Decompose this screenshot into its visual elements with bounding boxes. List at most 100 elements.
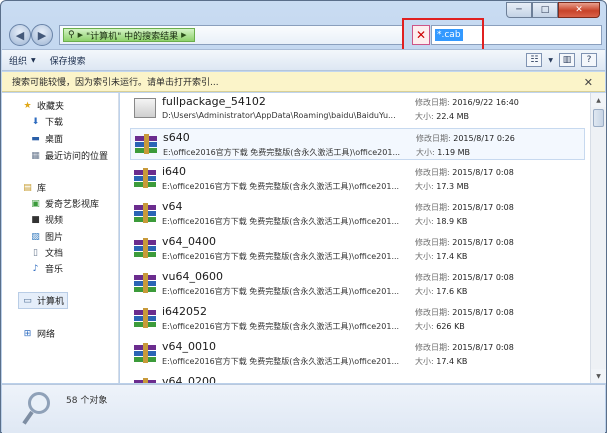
modified-date: 修改日期: 2015/8/17 0:08 bbox=[415, 202, 514, 213]
chevron-down-icon[interactable]: ▼ bbox=[548, 57, 553, 64]
nav-label: 库 bbox=[37, 184, 47, 194]
file-row[interactable]: v64_0010 E:\office2016官方下载 免费完整版(含永久激活工具)… bbox=[130, 338, 585, 370]
search-results-icon: ⚲ bbox=[68, 30, 75, 40]
file-row[interactable]: i640 E:\office2016官方下载 免费完整版(含永久激活工具)\off… bbox=[130, 163, 585, 195]
nav-label: 视频 bbox=[45, 216, 64, 226]
file-row[interactable]: v64 E:\office2016官方下载 免费完整版(含永久激活工具)\offi… bbox=[130, 198, 585, 230]
size-label: 大小: bbox=[415, 357, 434, 366]
index-info-bar[interactable]: 搜索可能较慢，因为索引未运行。请单击打开索引... ✕ bbox=[2, 72, 605, 92]
back-arrow-icon: ◀ bbox=[15, 28, 25, 42]
explorer-window: ─ □ ✕ ◀ ▶ ⚲ ▶ "计算机" 中的搜索结果 ▶ ✕ *.cab 组织 ▼… bbox=[0, 0, 607, 433]
magnifier-icon bbox=[22, 392, 54, 426]
file-name: i642052 bbox=[162, 305, 208, 318]
size-value: 17.4 KB bbox=[436, 357, 468, 366]
file-size: 大小: 17.4 KB bbox=[415, 356, 467, 367]
nav-documents[interactable]: ▯ 文档 bbox=[30, 246, 64, 260]
file-size: 大小: 22.4 MB bbox=[415, 111, 469, 122]
nav-downloads[interactable]: ⬇ 下载 bbox=[30, 115, 63, 129]
file-path: E:\office2016官方下载 免费完整版(含永久激活工具)\office2… bbox=[162, 357, 400, 366]
file-row[interactable]: v64_0400 E:\office2016官方下载 免费完整版(含永久激活工具)… bbox=[130, 233, 585, 265]
organize-label: 组织 bbox=[9, 56, 28, 67]
close-icon[interactable]: ✕ bbox=[584, 76, 593, 89]
view-controls: ☷ ▼ ▥ ? bbox=[526, 53, 605, 67]
scroll-down-icon[interactable]: ▼ bbox=[591, 369, 606, 383]
save-search-button[interactable]: 保存搜索 bbox=[43, 51, 93, 69]
nav-videos[interactable]: ■ 视频 bbox=[30, 213, 64, 227]
nav-computer[interactable]: ▭ 计算机 bbox=[18, 292, 69, 309]
pictures-icon: ▨ bbox=[31, 231, 40, 242]
file-row[interactable]: fullpackage_54102 D:\Users\Administrator\… bbox=[130, 93, 585, 125]
file-path: E:\office2016官方下载 免费完整版(含永久激活工具)\office2… bbox=[162, 182, 400, 191]
scroll-up-icon[interactable]: ▲ bbox=[591, 93, 606, 107]
preview-pane-icon[interactable]: ▥ bbox=[559, 53, 575, 67]
navigation-pane: ★ 收藏夹 ⬇ 下载 ▬ 桌面 ▦ 最近访问的位置 ▤ 库 ▣ 爱奇艺影视库 ■… bbox=[2, 93, 119, 383]
size-value: 17.4 KB bbox=[436, 252, 468, 261]
forward-arrow-icon: ▶ bbox=[37, 28, 47, 42]
size-value: 17.6 KB bbox=[436, 287, 468, 296]
modified-date: 修改日期: 2016/9/22 16:40 bbox=[415, 97, 519, 108]
nav-pictures[interactable]: ▨ 图片 bbox=[30, 230, 64, 244]
modified-value: 2015/8/17 0:08 bbox=[452, 238, 514, 247]
size-value: 626 KB bbox=[436, 322, 465, 331]
library-icon: ▤ bbox=[23, 182, 32, 193]
nav-label: 文档 bbox=[45, 249, 64, 259]
crumb-label: "计算机" 中的搜索结果 bbox=[85, 31, 179, 42]
file-size: 大小: 17.6 KB bbox=[415, 286, 467, 297]
nav-iqiyi-library[interactable]: ▣ 爱奇艺影视库 bbox=[30, 197, 99, 211]
address-bar[interactable]: ⚲ ▶ "计算机" 中的搜索结果 ▶ bbox=[59, 25, 403, 45]
modified-date: 修改日期: 2015/8/17 0:26 bbox=[416, 133, 515, 144]
nav-label: 网络 bbox=[37, 330, 56, 340]
size-value: 1.19 MB bbox=[437, 148, 470, 157]
nav-label: 桌面 bbox=[45, 135, 64, 145]
file-row[interactable]: i642052 E:\office2016官方下载 免费完整版(含永久激活工具)\… bbox=[130, 303, 585, 335]
recent-places-icon: ▦ bbox=[31, 150, 40, 161]
size-label: 大小: bbox=[415, 182, 434, 191]
scroll-thumb[interactable] bbox=[593, 109, 604, 127]
nav-music[interactable]: ♪ 音乐 bbox=[30, 262, 63, 276]
documents-icon: ▯ bbox=[33, 247, 38, 258]
file-path: E:\office2016官方下载 免费完整版(含永久激活工具)\office2… bbox=[162, 322, 400, 331]
file-name: i640 bbox=[162, 165, 187, 178]
vertical-scrollbar[interactable]: ▲ ▼ bbox=[590, 93, 606, 383]
size-label: 大小: bbox=[415, 217, 434, 226]
minimize-button[interactable]: ─ bbox=[506, 2, 532, 18]
modified-label: 修改日期: bbox=[415, 98, 450, 107]
file-name: fullpackage_54102 bbox=[162, 95, 266, 108]
help-icon[interactable]: ? bbox=[581, 53, 597, 67]
nav-recent-places[interactable]: ▦ 最近访问的位置 bbox=[30, 149, 108, 163]
file-size: 大小: 1.19 MB bbox=[416, 147, 470, 158]
modified-date: 修改日期: 2015/8/17 0:08 bbox=[415, 237, 514, 248]
chevron-down-icon: ▼ bbox=[31, 56, 36, 64]
file-name: v64_0400 bbox=[162, 235, 217, 248]
modified-label: 修改日期: bbox=[415, 238, 450, 247]
nav-desktop[interactable]: ▬ 桌面 bbox=[30, 132, 64, 146]
modified-label: 修改日期: bbox=[415, 273, 450, 282]
desktop-icon: ▬ bbox=[31, 133, 40, 144]
save-search-label: 保存搜索 bbox=[49, 56, 86, 67]
nav-network[interactable]: ⊞ 网络 bbox=[22, 327, 56, 341]
modified-value: 2015/8/17 0:08 bbox=[452, 308, 514, 317]
back-button[interactable]: ◀ bbox=[9, 24, 31, 46]
caption-buttons: ─ □ ✕ bbox=[506, 2, 600, 18]
organize-button[interactable]: 组织 ▼ bbox=[2, 51, 43, 69]
modified-label: 修改日期: bbox=[415, 203, 450, 212]
file-name: s640 bbox=[163, 131, 190, 144]
nav-favorites[interactable]: ★ 收藏夹 bbox=[22, 99, 64, 113]
nav-libraries[interactable]: ▤ 库 bbox=[22, 181, 47, 195]
maximize-button[interactable]: □ bbox=[532, 2, 558, 18]
modified-date: 修改日期: 2015/8/17 0:08 bbox=[415, 167, 514, 178]
file-path: D:\Users\Administrator\AppData\Roaming\b… bbox=[162, 111, 396, 120]
chevron-right-icon: ▶ bbox=[181, 31, 187, 39]
size-label: 大小: bbox=[415, 252, 434, 261]
download-folder-icon: ⬇ bbox=[31, 116, 40, 127]
forward-button[interactable]: ▶ bbox=[31, 24, 53, 46]
info-bar-text: 搜索可能较慢，因为索引未运行。请单击打开索引... bbox=[12, 78, 219, 88]
file-row[interactable]: s640 E:\office2016官方下载 免费完整版(含永久激活工具)\off… bbox=[130, 128, 585, 160]
file-row[interactable]: vu64_0600 E:\office2016官方下载 免费完整版(含永久激活工具… bbox=[130, 268, 585, 300]
file-path: E:\office2016官方下载 免费完整版(含永久激活工具)\office2… bbox=[162, 252, 400, 261]
search-results-crumb[interactable]: ⚲ ▶ "计算机" 中的搜索结果 ▶ bbox=[63, 28, 195, 42]
file-row[interactable]: v64_0200 bbox=[130, 373, 585, 383]
nav-label: 图片 bbox=[45, 233, 64, 243]
close-button[interactable]: ✕ bbox=[558, 2, 600, 18]
view-options-icon[interactable]: ☷ bbox=[526, 53, 543, 67]
